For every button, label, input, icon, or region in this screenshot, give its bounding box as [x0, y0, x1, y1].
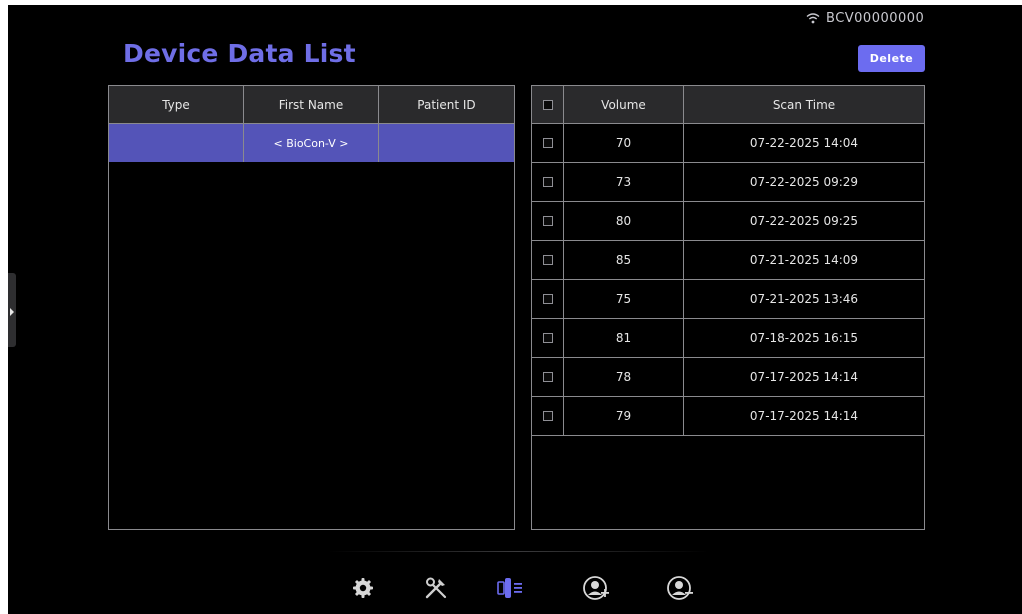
table-row[interactable]: 70 07-22-2025 14:04 [532, 124, 924, 163]
nav-tools[interactable] [416, 570, 456, 610]
header-first-name[interactable]: First Name [244, 86, 379, 123]
row-checkbox[interactable] [542, 372, 553, 382]
select-all-cell [532, 86, 564, 123]
cell-scan-time: 07-17-2025 14:14 [749, 370, 859, 384]
device-screen: BCV00000000 Device Data List Delete Type… [8, 5, 1022, 614]
nav-divider [328, 551, 708, 552]
row-checkbox[interactable] [542, 333, 553, 343]
scan-table-header: Volume Scan Time [532, 86, 924, 124]
bottom-nav [338, 570, 708, 610]
scan-table: Volume Scan Time 70 07-22-2025 14:04 73 … [531, 85, 925, 530]
nav-add-patient[interactable] [576, 570, 616, 610]
checkbox-cell [532, 202, 564, 240]
nav-settings[interactable] [343, 570, 383, 610]
cell-volume: 75 [564, 280, 684, 318]
wifi-icon [806, 12, 820, 24]
row-checkbox[interactable] [542, 411, 553, 421]
gear-icon [352, 577, 374, 603]
caret-right-icon [9, 301, 15, 320]
checkbox-cell [532, 241, 564, 279]
nav-device-data[interactable] [490, 570, 530, 610]
select-all-checkbox[interactable] [542, 99, 553, 110]
checkbox-cell [532, 163, 564, 201]
row-checkbox[interactable] [542, 255, 553, 265]
cell-volume: 73 [564, 163, 684, 201]
patient-table: Type First Name Patient ID < BioCon-V > [108, 85, 515, 530]
cell-type [109, 124, 244, 162]
header-scan-time[interactable]: Scan Time [684, 86, 924, 123]
table-row-selected[interactable]: < BioCon-V > [109, 124, 514, 162]
side-drawer-handle[interactable] [8, 273, 16, 347]
cell-scan-time: 07-22-2025 09:29 [749, 175, 859, 189]
table-row[interactable]: 79 07-17-2025 14:14 [532, 397, 924, 436]
checkbox-cell [532, 319, 564, 357]
cell-first-name: < BioCon-V > [244, 124, 379, 162]
cell-volume: 80 [564, 202, 684, 240]
header-type[interactable]: Type [109, 86, 244, 123]
cell-scan-time: 07-21-2025 13:46 [749, 292, 859, 306]
cell-scan-time: 07-18-2025 16:15 [749, 331, 859, 345]
device-id: BCV00000000 [826, 10, 925, 26]
checkbox-cell [532, 397, 564, 435]
header-patient-id[interactable]: Patient ID [379, 86, 514, 123]
header-volume[interactable]: Volume [564, 86, 684, 123]
table-row[interactable]: 85 07-21-2025 14:09 [532, 241, 924, 280]
patient-table-header: Type First Name Patient ID [109, 86, 514, 124]
row-checkbox[interactable] [542, 294, 553, 304]
row-checkbox[interactable] [542, 216, 553, 226]
status-bar: BCV00000000 [806, 9, 924, 27]
table-row[interactable]: 81 07-18-2025 16:15 [532, 319, 924, 358]
table-row[interactable]: 73 07-22-2025 09:29 [532, 163, 924, 202]
page-title: Device Data List [123, 39, 356, 68]
cell-volume: 85 [564, 241, 684, 279]
nav-remove-patient[interactable] [660, 570, 700, 610]
add-patient-icon [582, 575, 610, 605]
cell-volume: 70 [564, 124, 684, 162]
cell-patient-id [379, 124, 514, 162]
checkbox-cell [532, 124, 564, 162]
row-checkbox[interactable] [542, 138, 553, 148]
checkbox-cell [532, 280, 564, 318]
tools-icon [423, 575, 449, 605]
delete-button[interactable]: Delete [858, 45, 925, 72]
row-checkbox[interactable] [542, 177, 553, 187]
cell-volume: 79 [564, 397, 684, 435]
table-row[interactable]: 80 07-22-2025 09:25 [532, 202, 924, 241]
table-row[interactable]: 75 07-21-2025 13:46 [532, 280, 924, 319]
cell-volume: 78 [564, 358, 684, 396]
device-list-icon [496, 575, 524, 605]
cell-scan-time: 07-22-2025 09:25 [749, 214, 859, 228]
checkbox-cell [532, 358, 564, 396]
cell-scan-time: 07-21-2025 14:09 [749, 253, 859, 267]
remove-patient-icon [666, 575, 694, 605]
cell-scan-time: 07-17-2025 14:14 [749, 409, 859, 423]
cell-volume: 81 [564, 319, 684, 357]
cell-scan-time: 07-22-2025 14:04 [749, 136, 859, 150]
table-row[interactable]: 78 07-17-2025 14:14 [532, 358, 924, 397]
